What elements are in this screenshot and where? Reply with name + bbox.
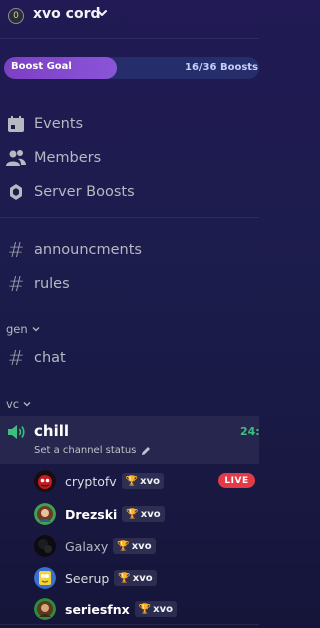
trophy-icon: 🏆 xyxy=(126,508,139,520)
menu-item-events[interactable]: Events xyxy=(6,111,83,137)
username: Galaxy xyxy=(65,538,109,554)
chevron-down-icon xyxy=(32,327,40,332)
boost-count: 16/36 Boosts xyxy=(184,62,258,73)
avatar xyxy=(34,598,56,620)
username: Drezski xyxy=(65,506,118,522)
menu-item-members[interactable]: Members xyxy=(6,145,101,171)
username: seriesfnx xyxy=(65,601,130,617)
boost-goal-label: Boost Goal xyxy=(11,61,72,72)
category-label: vc xyxy=(6,397,20,411)
tag-label: xvo xyxy=(140,508,161,520)
chevron-down-icon[interactable] xyxy=(97,9,107,17)
live-badge: LIVE xyxy=(218,473,255,488)
pencil-icon xyxy=(142,446,151,455)
tag-label: xvo xyxy=(153,603,173,615)
voice-user-galaxy[interactable]: Galaxy 🏆 xvo xyxy=(34,534,156,558)
chevron-down-icon xyxy=(23,402,31,407)
server-tag-badge: 🏆 xvo xyxy=(134,601,177,617)
server-icon: 0 xyxy=(8,8,24,24)
voice-user-drezski[interactable]: Drezski 🏆 xvo xyxy=(34,502,165,526)
menu-item-label: Server Boosts xyxy=(34,184,135,200)
bottom-divider xyxy=(0,624,259,625)
header-divider xyxy=(0,38,259,39)
channel-chat[interactable]: # chat xyxy=(6,345,66,371)
members-icon xyxy=(6,148,26,168)
username: cryptofv xyxy=(65,473,117,489)
trophy-icon: 🏆 xyxy=(125,475,139,487)
voice-user-seriesfnx[interactable]: seriesfnx 🏆 xvo xyxy=(34,597,177,621)
avatar xyxy=(34,470,56,492)
avatar xyxy=(34,503,56,525)
menu-item-label: Events xyxy=(34,116,84,132)
hashtag-icon: # xyxy=(7,272,25,296)
server-header[interactable]: 0 xvo cord xyxy=(0,0,259,36)
tag-label: xvo xyxy=(131,540,152,552)
server-tag-badge: 🏆 xvo xyxy=(114,570,157,586)
channel-announcments[interactable]: # announcments xyxy=(6,237,142,263)
voice-user-cryptofv[interactable]: cryptofv 🏆 xvo xyxy=(34,469,164,493)
avatar xyxy=(34,567,56,589)
server-name[interactable]: xvo cord xyxy=(33,6,101,22)
voice-elapsed-time: 24: xyxy=(240,425,260,438)
category-vc[interactable]: vc xyxy=(6,397,31,411)
tag-label: xvo xyxy=(140,475,160,487)
calendar-icon xyxy=(6,114,26,134)
trophy-icon: 🏆 xyxy=(117,540,130,552)
speaker-icon xyxy=(8,425,25,439)
avatar xyxy=(34,535,56,557)
server-tag-badge: 🏆 xvo xyxy=(113,538,156,554)
set-channel-status[interactable]: Set a channel status xyxy=(34,445,151,456)
menu-item-server-boosts[interactable]: Server Boosts xyxy=(6,179,135,205)
boost-gem-icon xyxy=(6,182,26,202)
category-gen[interactable]: gen xyxy=(6,322,40,336)
channel-label: rules xyxy=(34,276,70,292)
trophy-icon: 🏆 xyxy=(118,572,131,584)
hashtag-icon: # xyxy=(7,238,25,262)
server-tag-badge: 🏆 xvo xyxy=(122,506,165,522)
boost-goal-bar[interactable]: Boost Goal 16/36 Boosts xyxy=(4,57,259,79)
voice-user-seerup[interactable]: Seerup 🏆 xvo xyxy=(34,566,157,590)
channel-label: chat xyxy=(34,350,66,366)
channel-label: announcments xyxy=(34,242,142,258)
menu-item-label: Members xyxy=(34,150,102,166)
category-label: gen xyxy=(6,322,28,336)
status-placeholder: Set a channel status xyxy=(34,445,137,456)
hashtag-icon: # xyxy=(7,346,25,370)
server-tag-badge: 🏆 xvo xyxy=(121,473,164,489)
menu-divider xyxy=(0,217,259,218)
server-icon-letter: 0 xyxy=(13,11,19,21)
trophy-icon: 🏆 xyxy=(138,603,152,615)
voice-channel-name: chill xyxy=(34,422,69,440)
tag-label: xvo xyxy=(132,572,153,584)
username: Seerup xyxy=(65,570,110,586)
channel-rules[interactable]: # rules xyxy=(6,271,70,297)
